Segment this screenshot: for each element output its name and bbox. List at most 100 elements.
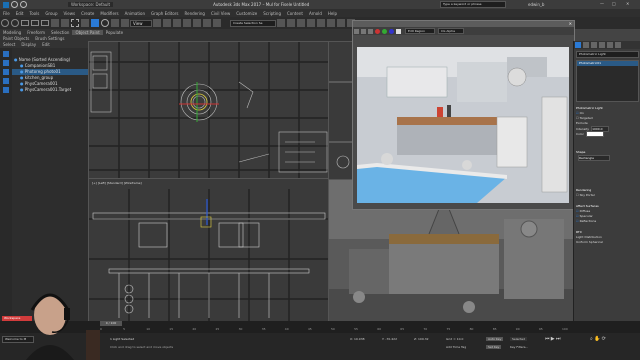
menu-help[interactable]: Help [325,11,340,16]
maximize-icon[interactable]: □ [612,1,622,7]
menu-scripting[interactable]: Scripting [260,11,284,16]
select-object-icon[interactable] [51,19,59,27]
pan-icon[interactable]: ✋ [594,336,600,342]
workspace-selector[interactable]: Workspace: Default [68,2,114,7]
undo-icon[interactable] [11,1,18,8]
link-icon[interactable] [21,20,29,26]
save-image-icon[interactable] [354,28,359,34]
add-time-tag-button[interactable]: Add Time Tag [446,345,466,349]
menu-edit[interactable]: Edit [13,11,27,16]
unlink-icon[interactable] [31,20,39,26]
menu-customize[interactable]: Customize [233,11,260,16]
explorer-row[interactable]: ● PhysCamera001.Target [12,87,88,93]
reference-coordinate-dropdown[interactable]: View [130,19,152,27]
search-input[interactable]: Type a keyword or phrase [440,1,506,8]
area-to-render-dropdown[interactable]: Edit Region [405,28,435,34]
menu-modifiers[interactable]: Modifiers [97,11,121,16]
percent-snap-icon[interactable] [203,19,211,27]
modify-tab-icon[interactable] [583,42,589,48]
menu-create[interactable]: Create [78,11,97,16]
green-channel-icon[interactable] [382,28,387,34]
window-crossing-icon[interactable] [81,19,89,27]
key-filters-button[interactable]: Key Filters... [510,345,528,349]
frame-buffer-close-icon[interactable]: ✕ [569,21,572,26]
frame-buffer-window[interactable]: ✕ Edit Region CG Alpha [352,20,575,210]
viewport-left[interactable]: [+] [Left] [Standard] [Wireframe] [88,178,330,323]
go-to-end-icon[interactable]: ⏭ [556,336,561,342]
move-icon[interactable] [91,19,99,27]
coord-y[interactable]: Y: -70.422 [382,337,397,341]
redo-icon[interactable] [20,1,27,8]
explorer-tab-display[interactable]: Display [18,42,39,47]
redo-icon[interactable] [11,19,19,27]
close-icon[interactable]: ✕ [626,1,636,7]
toggle-scene-explorer-icon[interactable] [297,19,305,27]
filter-geometry-icon[interactable] [3,51,9,57]
scale-icon[interactable] [111,19,119,27]
curve-editor-icon[interactable] [317,19,325,27]
coord-z[interactable]: Z: 109.32 [414,337,429,341]
material-editor-icon[interactable] [337,19,345,27]
minimize-icon[interactable]: — [600,1,610,7]
create-tab-icon[interactable] [575,42,581,48]
blue-channel-icon[interactable] [389,28,394,34]
display-tab-icon[interactable] [607,42,613,48]
viewport-label[interactable]: [+] [Left] [Standard] [Wireframe] [92,181,142,185]
viewport-top[interactable] [88,41,330,180]
alpha-channel-icon[interactable] [396,28,401,34]
selection-set-dropdown[interactable]: Create Selection Se [230,19,276,27]
pivot-center-icon[interactable] [153,19,161,27]
menu-arnold[interactable]: Arnold [306,11,325,16]
explorer-tab-select[interactable]: Select [0,42,18,47]
menu-civil-view[interactable]: Civil View [208,11,233,16]
select-manipulate-icon[interactable] [163,19,171,27]
zoom-icon[interactable]: ⌕ [590,336,593,342]
explorer-tab-edit[interactable]: Edit [39,42,53,47]
channel-dropdown[interactable]: CG Alpha [438,28,464,34]
spinner-snap-icon[interactable] [213,19,221,27]
copy-image-icon[interactable] [361,28,366,34]
filter-shapes-icon[interactable] [3,60,9,66]
place-icon[interactable] [121,19,129,27]
filter-helpers-icon[interactable] [3,87,9,93]
object-name-field[interactable]: Photometric Light [576,51,639,58]
color-swatch[interactable] [585,131,604,137]
menu-group[interactable]: Group [42,11,60,16]
modifier-list[interactable]: Photometric01 [576,60,639,102]
coord-x[interactable]: X: 19.938 [350,337,365,341]
uniform-spherical-option[interactable]: Uniform Spherical [576,240,639,245]
menu-tools[interactable]: Tools [26,11,42,16]
ribbon-tab-selection[interactable]: Selection [48,30,72,35]
play-icon[interactable]: ▶ [551,336,555,342]
user-account[interactable]: edwin_b [528,2,544,7]
menu-views[interactable]: Views [61,11,79,16]
auto-key-button[interactable]: Auto Key [486,337,504,341]
ribbon-tab-modeling[interactable]: Modeling [0,30,24,35]
ribbon-tab-object-paint[interactable]: Object Paint [72,29,103,35]
select-by-name-icon[interactable] [61,19,69,27]
set-key-button[interactable]: Set Key [486,345,502,349]
red-channel-icon[interactable] [375,28,380,34]
rect-selection-icon[interactable] [71,19,79,27]
snaps-toggle-icon[interactable] [183,19,191,27]
orbit-icon[interactable]: ⟳ [602,336,606,342]
keyboard-shortcut-icon[interactable] [173,19,181,27]
ribbon-tab-freeform[interactable]: Freeform [24,30,48,35]
go-to-start-icon[interactable]: ⏮ [545,336,550,342]
ribbon-sub-paint-objects[interactable]: Paint Objects [0,36,32,41]
rotate-icon[interactable] [101,19,109,27]
filter-lights-icon[interactable] [3,69,9,75]
menu-file[interactable]: File [0,11,13,16]
ribbon-tab-populate[interactable]: Populate [103,30,126,35]
undo-icon[interactable] [1,19,9,27]
menu-animation[interactable]: Animation [122,11,148,16]
align-icon[interactable] [287,19,295,27]
bind-space-warp-icon[interactable] [41,20,49,26]
angle-snap-icon[interactable] [193,19,201,27]
menu-content[interactable]: Content [284,11,306,16]
motion-tab-icon[interactable] [599,42,605,48]
filter-cameras-icon[interactable] [3,78,9,84]
modifier-list-item[interactable]: Photometric01 [577,61,638,66]
clone-window-icon[interactable] [368,28,373,34]
ribbon-sub-brush-settings[interactable]: Brush Settings [32,36,67,41]
